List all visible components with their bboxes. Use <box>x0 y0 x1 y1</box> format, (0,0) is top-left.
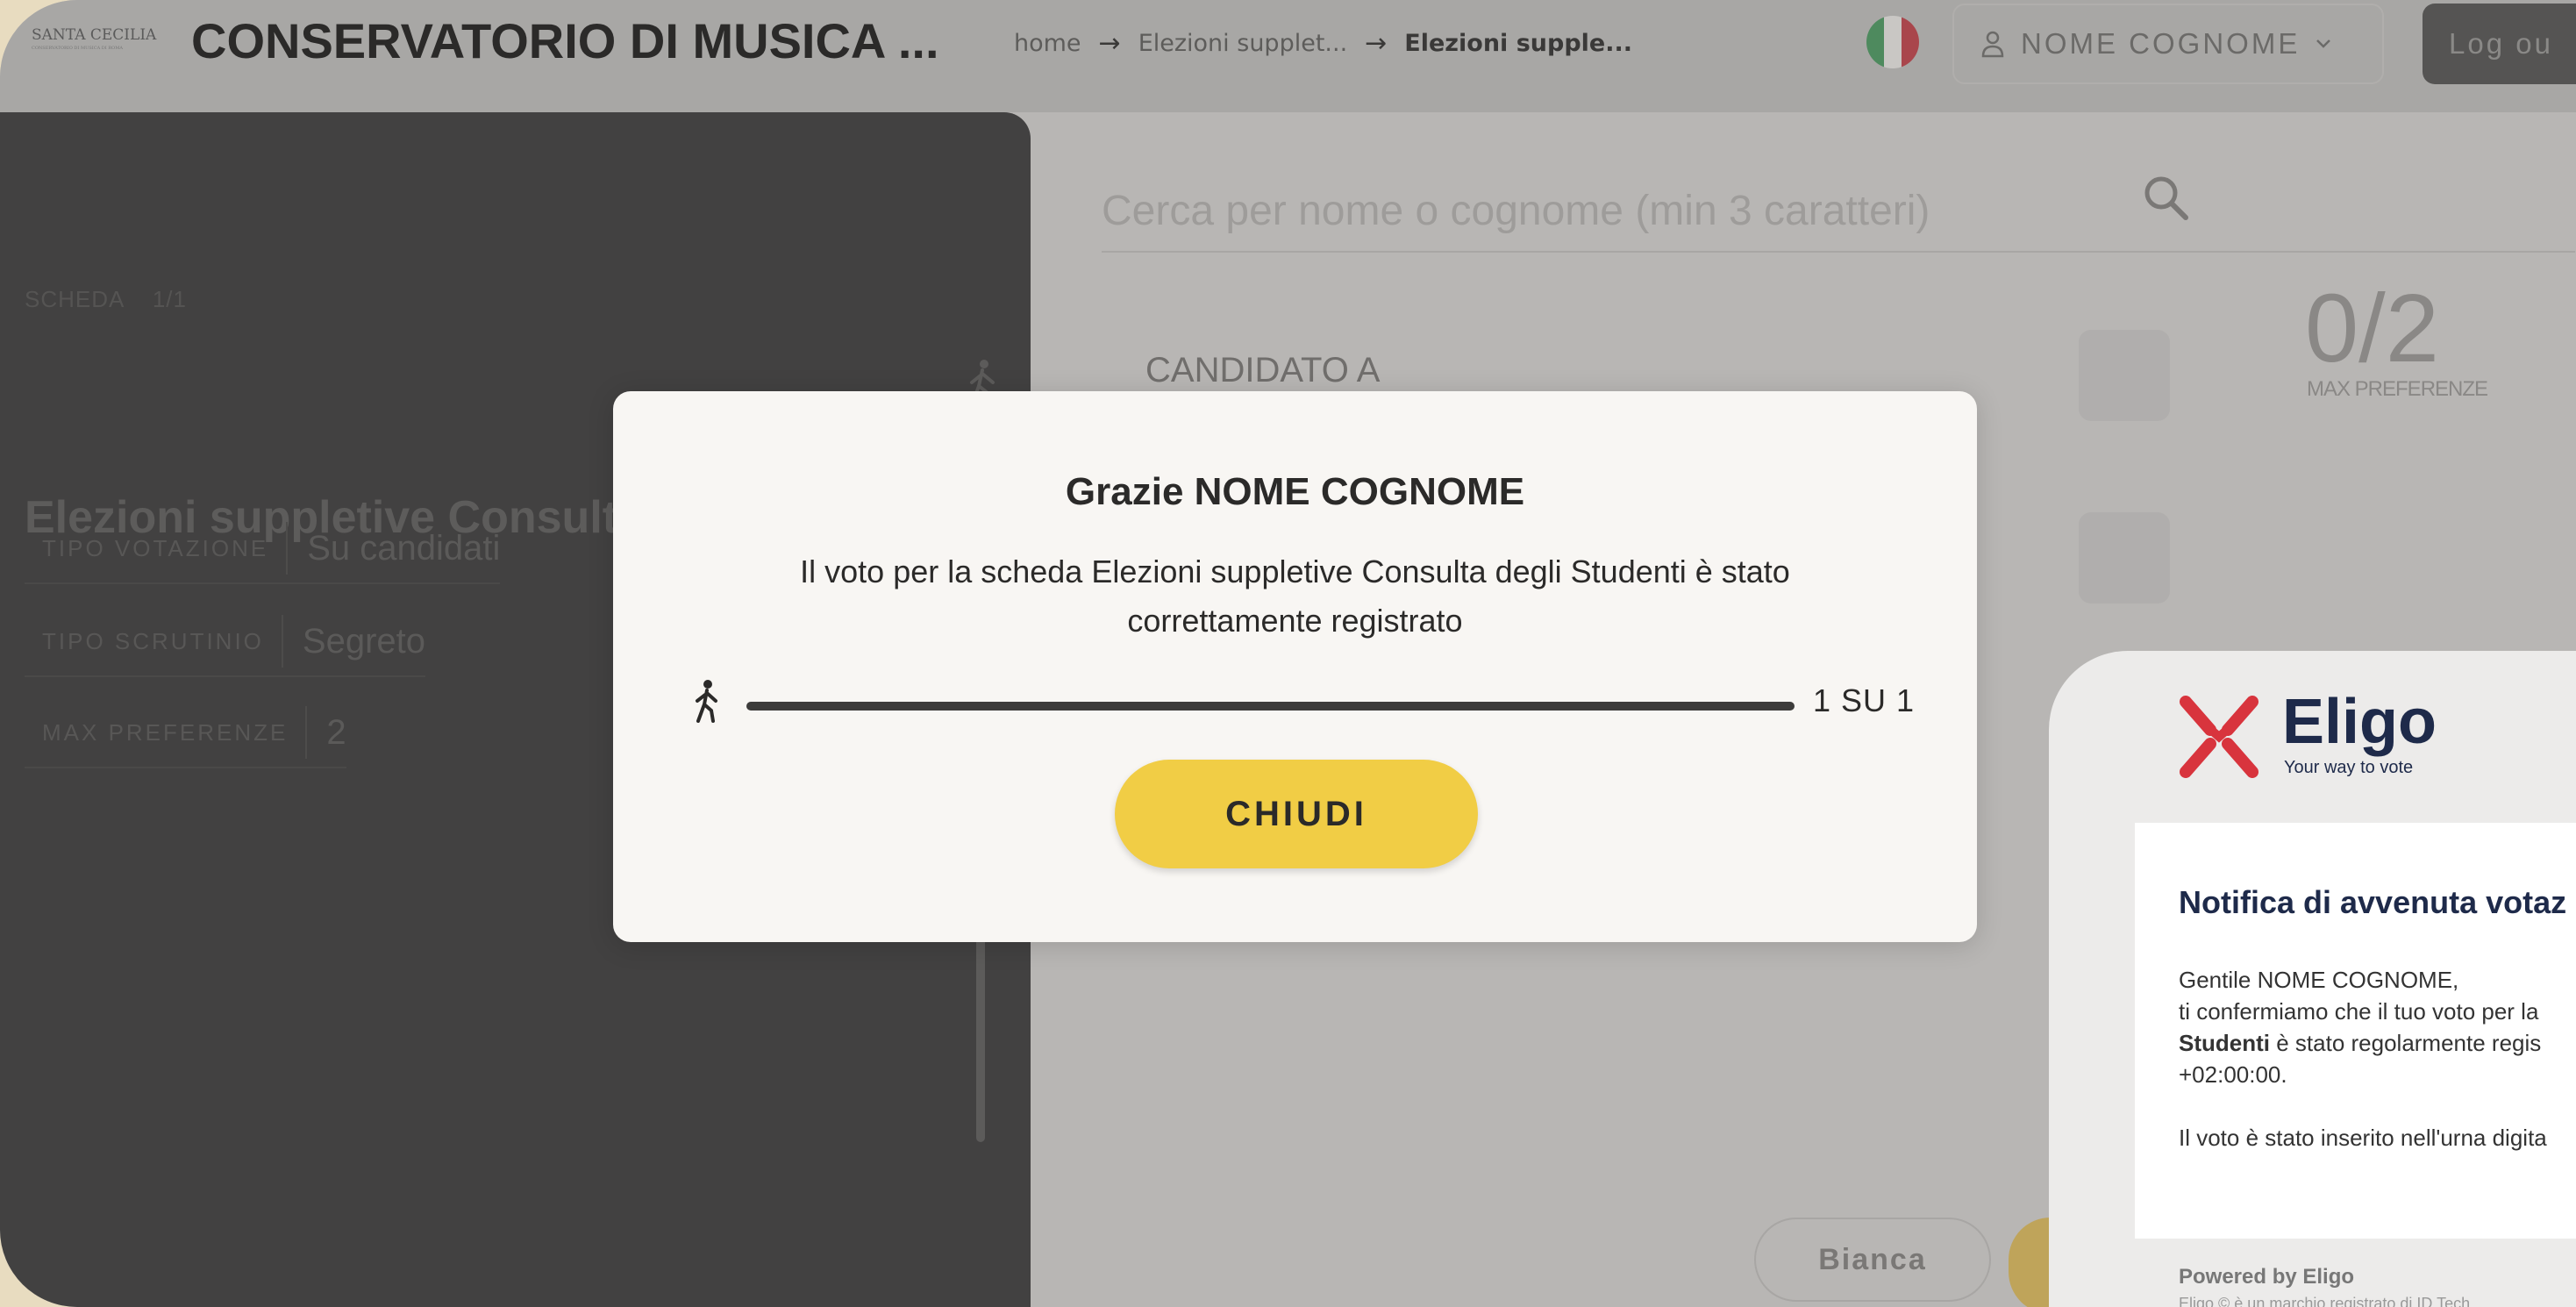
preference-label: MAX PREFERENZE <box>2307 377 2488 401</box>
preference-count: 0/2 <box>2305 275 2439 382</box>
meta-value: 2 <box>326 712 346 752</box>
app-window: SANTA CECILIA CONSERVATORIO DI MUSICA DI… <box>0 0 2576 1307</box>
email-body: Notifica di avvenuta votaz Gentile NOME … <box>2135 823 2576 1239</box>
meta-value: Segreto <box>302 621 426 661</box>
walking-person-icon <box>696 680 717 723</box>
modal-message: Il voto per la scheda Elezioni suppletiv… <box>800 554 1790 639</box>
arrow-right-icon: → <box>1098 28 1121 59</box>
meta-value: Su candidati <box>307 528 501 568</box>
email-notification-card: Eligo Your way to vote Notifica di avven… <box>2049 651 2576 1307</box>
scheda-label: SCHEDA <box>25 286 124 312</box>
arrow-right-icon: → <box>1365 28 1388 59</box>
blank-ballot-button[interactable]: Bianca <box>1754 1218 1991 1302</box>
candidate-checkbox[interactable] <box>2079 512 2170 604</box>
candidate-name: CANDIDATO A <box>1145 351 1381 389</box>
email-line: Il voto è stato inserito nell'urna digit… <box>2179 1125 2547 1151</box>
logout-button[interactable]: Log ou <box>2423 4 2576 84</box>
search-input[interactable] <box>1102 167 2198 254</box>
ballot-counter: SCHEDA 1/1 <box>25 286 187 313</box>
progress-fill <box>746 702 1795 711</box>
email-bold-text: Studenti <box>2179 1030 2270 1056</box>
scheda-counter: 1/1 <box>152 286 187 312</box>
email-line: ti confermiamo che il tuo voto per la <box>2179 998 2539 1025</box>
meta-row-max-preferences: MAX PREFERENZE 2 <box>25 698 346 768</box>
email-line: Studenti è stato regolarmente regis <box>2179 1030 2541 1057</box>
email-footer: Eligo © è un marchio registrato di ID Te… <box>2179 1295 2471 1307</box>
meta-key: TIPO SCRUTINIO <box>25 615 283 668</box>
progress-bar <box>746 702 1795 711</box>
italian-flag-icon[interactable] <box>1866 16 1919 68</box>
user-icon <box>1981 31 2004 58</box>
eligo-brand: Eligo <box>2282 687 2437 757</box>
app-title: CONSERVATORIO DI MUSICA ... <box>191 13 939 68</box>
powered-by: Powered by Eligo <box>2179 1265 2355 1289</box>
candidate-checkbox[interactable] <box>2079 330 2170 421</box>
meta-key: TIPO VOTAZIONE <box>25 522 289 575</box>
email-text: è stato regolarmente regis <box>2270 1030 2542 1056</box>
search-icon[interactable] <box>2140 172 2193 225</box>
eligo-logo-icon <box>2180 696 2258 778</box>
chevron-down-icon <box>2316 39 2331 48</box>
meta-row-scrutiny-type: TIPO SCRUTINIO Segreto <box>25 607 426 677</box>
user-name: NOME COGNOME <box>2021 27 2301 60</box>
breadcrumb-election[interactable]: Elezioni supplet... <box>1138 30 1347 57</box>
breadcrumb-current: Elezioni supple... <box>1404 30 1632 57</box>
email-greeting: Gentile NOME COGNOME, <box>2179 967 2459 993</box>
user-menu-button[interactable]: NOME COGNOME <box>1952 4 2384 84</box>
divider <box>1102 251 2575 253</box>
progress-text: 1 SU 1 <box>1813 682 1916 718</box>
eligo-tagline: Your way to vote <box>2284 758 2414 777</box>
meta-row-voting-type: TIPO VOTAZIONE Su candidati <box>25 514 501 584</box>
logo-subtext: CONSERVATORIO DI MUSICA DI ROMA <box>32 46 123 51</box>
email-heading: Notifica di avvenuta votaz <box>2179 884 2567 920</box>
breadcrumb: home → Elezioni supplet... → Elezioni su… <box>1014 28 1632 59</box>
institution-logo[interactable]: SANTA CECILIA CONSERVATORIO DI MUSICA DI… <box>32 26 156 61</box>
email-line: +02:00:00. <box>2179 1061 2287 1088</box>
modal-title: Grazie NOME COGNOME <box>1065 470 1525 513</box>
logo-text: SANTA CECILIA <box>32 26 157 44</box>
breadcrumb-home[interactable]: home <box>1014 30 1081 57</box>
vote-confirmation-modal: Grazie NOME COGNOME Il voto per la sched… <box>613 391 1977 942</box>
top-header: SANTA CECILIA CONSERVATORIO DI MUSICA DI… <box>0 0 2576 112</box>
close-button[interactable]: CHIUDI <box>1115 760 1478 868</box>
meta-key: MAX PREFERENZE <box>25 706 308 759</box>
